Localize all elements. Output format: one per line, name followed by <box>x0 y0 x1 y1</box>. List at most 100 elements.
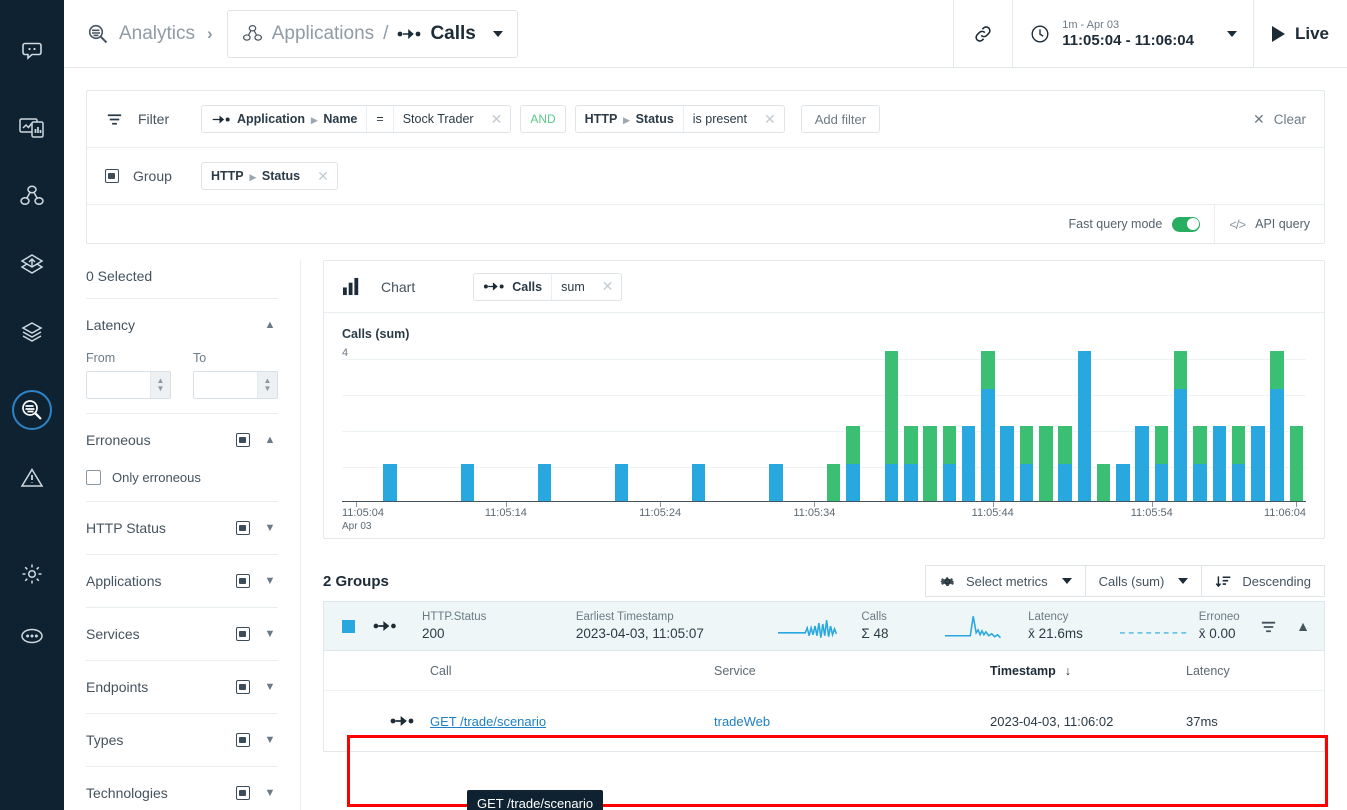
sort-metric-select[interactable]: Calls (sum) <box>1085 565 1203 597</box>
chart-bar[interactable] <box>614 463 629 501</box>
applications-icon[interactable] <box>0 168 64 224</box>
group-by-icon[interactable] <box>236 433 250 447</box>
chart-bar-slot[interactable] <box>1229 351 1248 501</box>
chart-bar[interactable] <box>1019 426 1034 501</box>
chart-bar-slot[interactable] <box>361 351 380 501</box>
dashboard-icon[interactable] <box>0 100 64 156</box>
select-metrics-button[interactable]: Select metrics <box>924 565 1086 597</box>
group-chip-http-status[interactable]: HTTP ▸ Status ✕ <box>201 162 338 190</box>
filter-conjunction[interactable]: AND <box>520 105 566 133</box>
api-query-button[interactable]: </> API query <box>1214 205 1324 243</box>
close-icon[interactable]: ✕ <box>483 111 511 128</box>
chart-bar-slot[interactable] <box>535 351 554 501</box>
live-button[interactable]: Live <box>1252 0 1347 68</box>
chevron-down-icon[interactable] <box>492 30 503 37</box>
filter-chip-value[interactable]: Stock Trader <box>392 106 483 132</box>
close-icon[interactable]: ✕ <box>309 168 337 185</box>
chart-metric-agg[interactable]: sum <box>551 273 594 300</box>
chart-bar-slot[interactable] <box>342 351 361 501</box>
chart-bar[interactable] <box>1251 426 1265 501</box>
facet-types-header[interactable]: Types ▼ <box>86 714 278 766</box>
chart-bar[interactable] <box>923 426 937 501</box>
chart-bar[interactable] <box>904 426 918 501</box>
chevron-up-icon[interactable]: ▲ <box>262 434 278 446</box>
chart-bar[interactable] <box>1135 426 1149 501</box>
latency-from-input[interactable] <box>87 372 150 398</box>
facet-technologies-header[interactable]: Technologies ▼ <box>86 767 278 810</box>
chart-bar[interactable] <box>826 463 841 501</box>
facet-http-status-header[interactable]: HTTP Status ▼ <box>86 502 278 554</box>
chart-bar[interactable] <box>1116 463 1130 501</box>
chart-bar-slot[interactable] <box>843 351 862 501</box>
chart-bar[interactable] <box>942 426 957 501</box>
chart-bar-slot[interactable] <box>1094 351 1113 501</box>
chart-bar-slot[interactable] <box>998 351 1017 501</box>
chart-metric-chip[interactable]: Calls sum ✕ <box>473 272 623 301</box>
chart-bar[interactable] <box>1193 426 1207 501</box>
chart-bar-slot[interactable] <box>959 351 978 501</box>
chart-bar[interactable] <box>1039 426 1053 501</box>
group-by-icon[interactable] <box>236 521 250 535</box>
chart-bar-slot[interactable] <box>381 351 400 501</box>
chart-bar-slot[interactable] <box>689 351 708 501</box>
facet-erroneous-header[interactable]: Erroneous ▲ <box>86 414 278 466</box>
chart-bar-slot[interactable] <box>400 351 419 501</box>
toggle-switch[interactable] <box>1172 216 1201 232</box>
chart-bar[interactable] <box>691 463 706 501</box>
chart-bar-slot[interactable] <box>708 351 727 501</box>
chart-bar-slot[interactable] <box>1268 351 1287 501</box>
chart-bar[interactable] <box>1096 463 1111 501</box>
chart-bar[interactable] <box>884 351 899 501</box>
filter-chip-operator[interactable]: is present <box>682 106 756 132</box>
chart-bar-slot[interactable] <box>554 351 573 501</box>
chart-bar-slot[interactable] <box>516 351 535 501</box>
chart-bar-slot[interactable] <box>419 351 438 501</box>
chart-bar[interactable] <box>1231 426 1246 501</box>
chevron-down-icon[interactable]: ▼ <box>262 681 278 693</box>
chevron-down-icon[interactable]: ▼ <box>262 734 278 746</box>
analytics-icon[interactable] <box>0 382 64 438</box>
chart-bar-slot[interactable] <box>920 351 939 501</box>
chart-bar[interactable] <box>1077 351 1092 501</box>
chart-bar[interactable] <box>1270 351 1284 501</box>
row-call-link[interactable]: GET /trade/scenario <box>430 714 546 729</box>
call-column-header[interactable]: Call <box>430 664 714 678</box>
chart-bar[interactable] <box>383 463 397 501</box>
more-icon[interactable] <box>0 608 64 664</box>
chart-bar-slot[interactable] <box>1055 351 1074 501</box>
settings-icon[interactable] <box>0 546 64 602</box>
group-by-icon[interactable] <box>236 574 250 588</box>
chart-bar-slot[interactable] <box>824 351 843 501</box>
chart-bar-slot[interactable] <box>785 351 804 501</box>
group-by-icon[interactable] <box>236 627 250 641</box>
only-erroneous-checkbox[interactable] <box>86 470 101 485</box>
close-icon[interactable]: ✕ <box>756 111 784 128</box>
chart-bar-slot[interactable] <box>670 351 689 501</box>
filter-chip-operator[interactable]: = <box>366 106 392 132</box>
chart-bar-slot[interactable] <box>651 351 670 501</box>
chart-plot-area[interactable]: 4 <box>342 347 1306 501</box>
time-range-picker[interactable]: 1m - Apr 03 11:05:04 - 11:06:04 <box>1012 0 1253 68</box>
websites-icon[interactable] <box>0 236 64 292</box>
chart-bar-slot[interactable] <box>901 351 920 501</box>
chart-bar-slot[interactable] <box>458 351 477 501</box>
stepper-arrows-icon[interactable]: ▲ ▼ <box>150 372 170 398</box>
group-by-icon[interactable] <box>236 733 250 747</box>
filter-chip-application-name[interactable]: Application ▸ Name = Stock Trader ✕ <box>201 105 512 133</box>
timestamp-column-header[interactable]: Timestamp ↓ <box>990 664 1186 678</box>
table-row[interactable]: GET /trade/scenario tradeWeb 2023-04-03,… <box>324 691 1324 751</box>
filter-icon[interactable] <box>1259 617 1278 636</box>
chart-bar-slot[interactable] <box>496 351 515 501</box>
chart-bar[interactable] <box>1058 426 1072 501</box>
clear-filters-button[interactable]: ✕ Clear <box>1253 111 1306 128</box>
add-filter-button[interactable]: Add filter <box>800 105 881 133</box>
service-column-header[interactable]: Service <box>714 664 990 678</box>
breadcrumb-analytics[interactable]: Analytics <box>86 22 195 46</box>
group-by-icon[interactable] <box>236 786 250 800</box>
fast-query-mode-toggle[interactable]: Fast query mode <box>1055 205 1215 243</box>
chart-bar-slot[interactable] <box>612 351 631 501</box>
chevron-up-icon[interactable]: ▲ <box>262 319 278 331</box>
chart-bar-slot[interactable] <box>477 351 496 501</box>
facet-services-header[interactable]: Services ▼ <box>86 608 278 660</box>
chart-bar-slot[interactable] <box>631 351 650 501</box>
